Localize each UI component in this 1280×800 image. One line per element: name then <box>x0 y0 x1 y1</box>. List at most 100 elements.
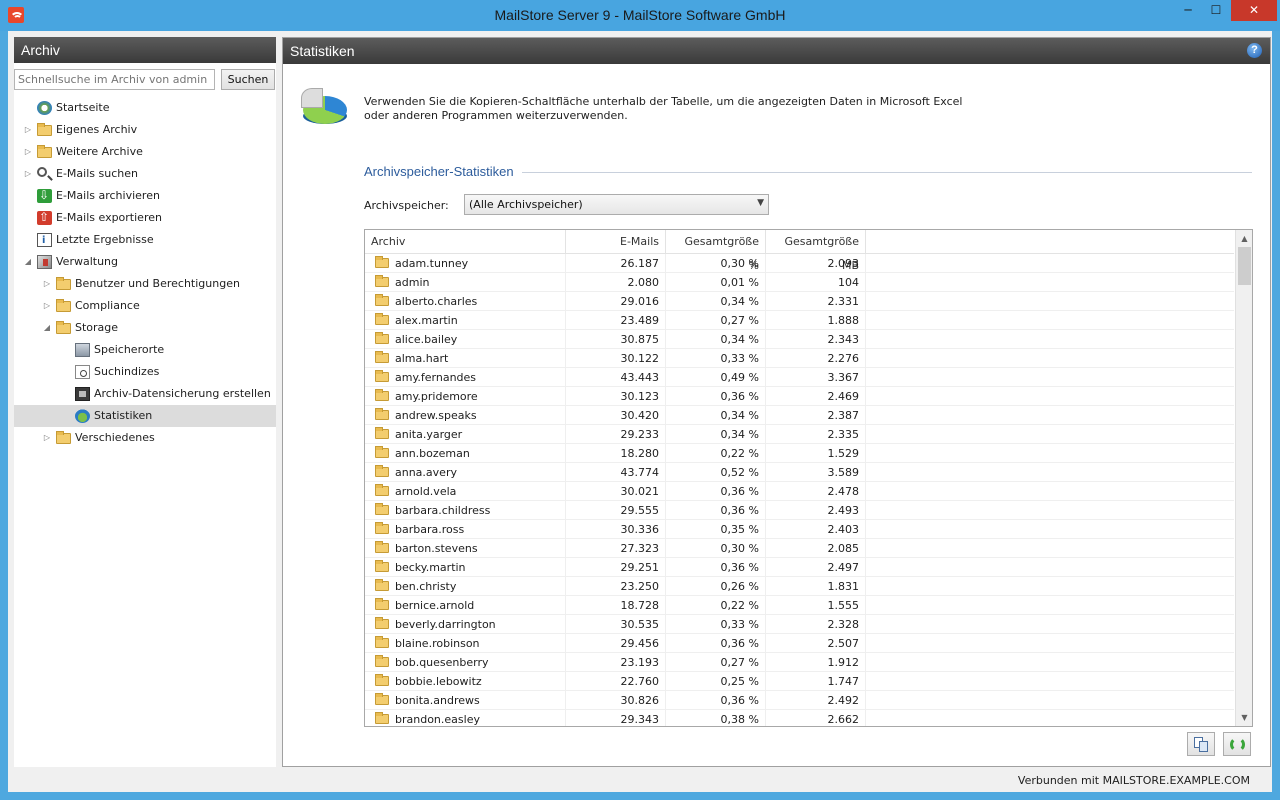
table-row[interactable]: blaine.robinson 29.456 0,36 % 2.507 <box>365 634 1234 653</box>
tree-item-suchindizes[interactable]: Suchindizes <box>14 361 276 383</box>
cell-filler <box>866 368 1234 387</box>
tree-item-emails-archivieren[interactable]: E-Mails archivieren <box>14 184 276 207</box>
cell-filler <box>866 482 1234 501</box>
tree-item-emails-suchen[interactable]: ▷ E-Mails suchen <box>14 163 276 185</box>
folder-icon <box>375 465 389 477</box>
cell-emails: 29.555 <box>566 501 666 520</box>
tree-item-eigenes-archiv[interactable]: ▷ Eigenes Archiv <box>14 119 276 141</box>
quick-search-input[interactable] <box>14 69 215 90</box>
folder-icon <box>375 693 389 705</box>
close-button[interactable]: ✕ <box>1231 0 1277 21</box>
tree-item-weitere-archive[interactable]: ▷ Weitere Archive <box>14 141 276 163</box>
column-header-archive[interactable]: Archiv <box>365 230 566 254</box>
cell-archive: bernice.arnold <box>365 596 566 615</box>
table-row[interactable]: bobbie.lebowitz 22.760 0,25 % 1.747 <box>365 672 1234 691</box>
table-row[interactable]: bernice.arnold 18.728 0,22 % 1.555 <box>365 596 1234 615</box>
table-row[interactable]: bob.quesenberry 23.193 0,27 % 1.912 <box>365 653 1234 672</box>
archive-icon <box>37 184 52 206</box>
expand-arrow-icon[interactable]: ▷ <box>42 427 52 449</box>
cell-archive: bobbie.lebowitz <box>365 672 566 691</box>
archive-name: blaine.robinson <box>395 637 480 650</box>
table-row[interactable]: anna.avery 43.774 0,52 % 3.589 <box>365 463 1234 482</box>
column-header-size-percent[interactable]: Gesamtgröße % <box>666 230 766 272</box>
cell-archive: alice.bailey <box>365 330 566 349</box>
scroll-down-icon[interactable]: ▼ <box>1236 709 1252 726</box>
tree-item-label: Benutzer und Berechtigungen <box>75 277 240 290</box>
table-row[interactable]: barbara.childress 29.555 0,36 % 2.493 <box>365 501 1234 520</box>
table-row[interactable]: andrew.speaks 30.420 0,34 % 2.387 <box>365 406 1234 425</box>
cell-archive: barbara.childress <box>365 501 566 520</box>
archive-store-select[interactable]: (Alle Archivspeicher) ▼ <box>464 194 769 215</box>
vertical-scrollbar[interactable]: ▲ ▼ <box>1235 230 1252 726</box>
expand-arrow-icon[interactable]: ▷ <box>23 119 33 141</box>
table-row[interactable]: amy.fernandes 43.443 0,49 % 3.367 <box>365 368 1234 387</box>
tree-item-letzte-ergebnisse[interactable]: Letzte Ergebnisse <box>14 229 276 252</box>
tree-item-label: Statistiken <box>94 409 153 422</box>
table-row[interactable]: ann.bozeman 18.280 0,22 % 1.529 <box>365 444 1234 463</box>
tree-item-statistiken[interactable]: Statistiken <box>14 405 276 427</box>
help-icon[interactable]: ? <box>1247 43 1262 58</box>
cell-archive: andrew.speaks <box>365 406 566 425</box>
collapse-arrow-icon[interactable]: ◢ <box>42 317 52 339</box>
table-row[interactable]: alma.hart 30.122 0,33 % 2.276 <box>365 349 1234 368</box>
table-row[interactable]: bonita.andrews 30.826 0,36 % 2.492 <box>365 691 1234 710</box>
table-row[interactable]: becky.martin 29.251 0,36 % 2.497 <box>365 558 1234 577</box>
tree-item-verwaltung[interactable]: ◢ Verwaltung <box>14 251 276 273</box>
archive-name: amy.pridemore <box>395 390 478 403</box>
tree-item-emails-exportieren[interactable]: E-Mails exportieren <box>14 206 276 229</box>
tree-item-startseite[interactable]: Startseite <box>14 97 276 119</box>
scrollbar-thumb[interactable] <box>1238 247 1251 285</box>
cell-archive: anna.avery <box>365 463 566 482</box>
minimize-button[interactable]: ─ <box>1175 0 1201 21</box>
table-row[interactable]: alice.bailey 30.875 0,34 % 2.343 <box>365 330 1234 349</box>
cell-filler <box>866 444 1234 463</box>
tree-item-verschiedenes[interactable]: ▷ Verschiedenes <box>14 427 276 449</box>
table-row[interactable]: alberto.charles 29.016 0,34 % 2.331 <box>365 292 1234 311</box>
expand-arrow-icon[interactable]: ▷ <box>23 163 33 185</box>
table-row[interactable]: anita.yarger 29.233 0,34 % 2.335 <box>365 425 1234 444</box>
expand-arrow-icon[interactable]: ▷ <box>42 295 52 317</box>
cell-archive: adam.tunney <box>365 254 566 273</box>
maximize-button[interactable]: ☐ <box>1203 0 1229 21</box>
tree-item-label: Archiv-Datensicherung erstellen <box>94 387 271 400</box>
cell-emails: 43.774 <box>566 463 666 482</box>
folder-icon <box>375 408 389 420</box>
cell-size-mb: 2.492 <box>766 691 866 710</box>
table-row[interactable]: adam.tunney 26.187 0,30 % 2.093 <box>365 254 1234 273</box>
expand-arrow-icon[interactable]: ▷ <box>42 273 52 295</box>
scroll-up-icon[interactable]: ▲ <box>1236 230 1252 247</box>
cell-size-percent: 0,52 % <box>666 463 766 482</box>
copy-hint-text: Verwenden Sie die Kopieren-Schaltfläche … <box>364 95 963 122</box>
cell-size-mb: 2.497 <box>766 558 866 577</box>
copy-button[interactable] <box>1187 732 1215 756</box>
folder-icon <box>375 636 389 648</box>
table-row[interactable]: admin 2.080 0,01 % 104 <box>365 273 1234 292</box>
folder-icon <box>375 522 389 534</box>
table-row[interactable]: alex.martin 23.489 0,27 % 1.888 <box>365 311 1234 330</box>
tree-item-benutzer-und-berechtigungen[interactable]: ▷ Benutzer und Berechtigungen <box>14 273 276 295</box>
cell-emails: 30.123 <box>566 387 666 406</box>
table-row[interactable]: barton.stevens 27.323 0,30 % 2.085 <box>365 539 1234 558</box>
column-header-emails[interactable]: E-Mails <box>566 230 666 254</box>
refresh-button[interactable] <box>1223 732 1251 756</box>
cell-filler <box>866 273 1234 292</box>
table-row[interactable]: barbara.ross 30.336 0,35 % 2.403 <box>365 520 1234 539</box>
tree-item-speicherorte[interactable]: Speicherorte <box>14 339 276 361</box>
table-row[interactable]: beverly.darrington 30.535 0,33 % 2.328 <box>365 615 1234 634</box>
cell-emails: 29.343 <box>566 710 666 726</box>
table-row[interactable]: ben.christy 23.250 0,26 % 1.831 <box>365 577 1234 596</box>
search-button[interactable]: Suchen <box>221 69 275 90</box>
column-header-size-mb[interactable]: Gesamtgröße MB <box>766 230 866 272</box>
tree-item-compliance[interactable]: ▷ Compliance <box>14 295 276 317</box>
expand-arrow-icon[interactable]: ▷ <box>23 141 33 163</box>
table-row[interactable]: arnold.vela 30.021 0,36 % 2.478 <box>365 482 1234 501</box>
table-row[interactable]: brandon.easley 29.343 0,38 % 2.662 <box>365 710 1234 726</box>
tree-item-archiv-datensicherung[interactable]: Archiv-Datensicherung erstellen <box>14 383 276 405</box>
cell-filler <box>866 539 1234 558</box>
cell-size-percent: 0,35 % <box>666 520 766 539</box>
tree-item-storage[interactable]: ◢ Storage <box>14 317 276 339</box>
table-body: adam.tunney 26.187 0,30 % 2.093 admin 2.080 0,… <box>365 254 1234 726</box>
collapse-arrow-icon[interactable]: ◢ <box>23 251 33 273</box>
table-row[interactable]: amy.pridemore 30.123 0,36 % 2.469 <box>365 387 1234 406</box>
cell-emails: 27.323 <box>566 539 666 558</box>
